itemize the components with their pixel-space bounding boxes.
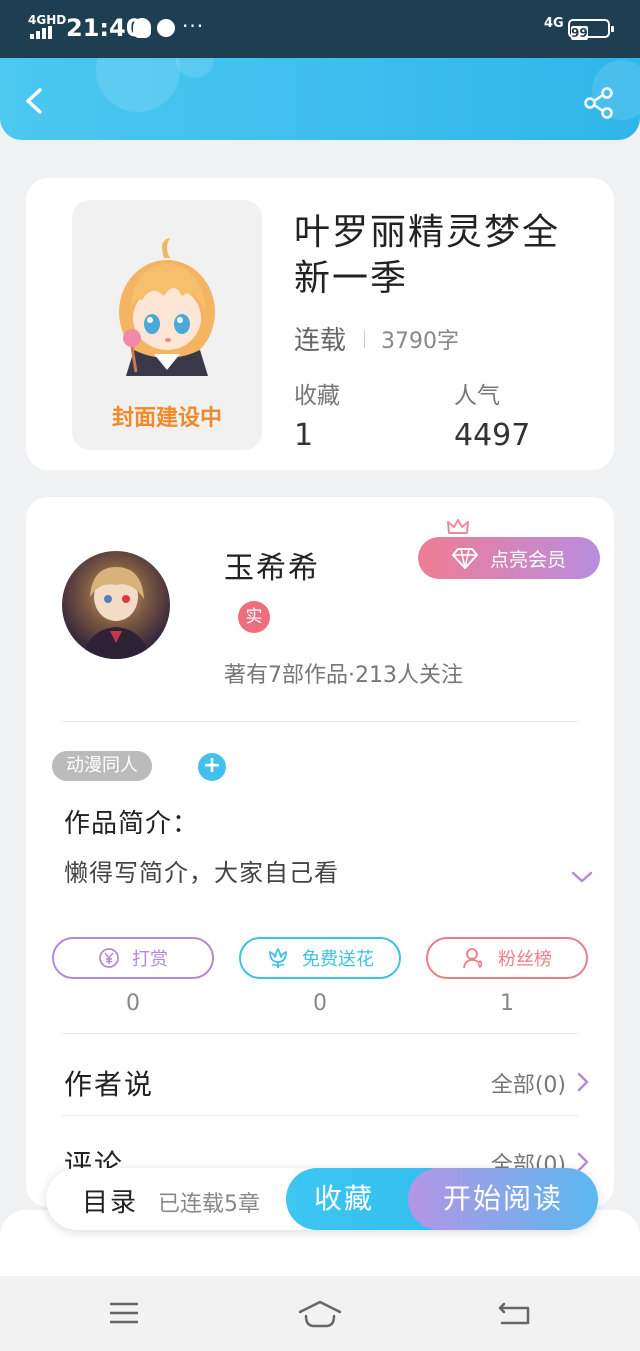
popularity-value: 4497 — [454, 418, 531, 453]
network-indicator-right: 4G — [544, 16, 564, 31]
signal-icon — [30, 26, 52, 39]
serial-status: 连载 — [294, 326, 347, 356]
avatar-illustration — [82, 567, 150, 659]
divider — [62, 1115, 578, 1116]
author-stats: 著有7部作品·213人关注 — [224, 663, 463, 688]
menu-icon[interactable] — [108, 1300, 140, 1326]
book-title: 叶罗丽精灵梦全新一季 — [294, 212, 561, 299]
fan-ranking-count: 1 — [500, 991, 514, 1016]
home-icon[interactable] — [298, 1300, 342, 1328]
yen-coin-icon — [99, 948, 119, 968]
cover-placeholder-text: 封面建设中 — [111, 406, 222, 431]
network-indicator-left: 4GHD — [28, 13, 67, 27]
intro-title: 作品简介： — [64, 809, 200, 839]
send-flower-count: 0 — [313, 991, 327, 1016]
author-says-more[interactable]: 全部(0) — [491, 1067, 566, 1099]
favorites-value: 1 — [294, 418, 314, 453]
verified-badge: 实 — [238, 601, 270, 633]
intro-text: 懒得写简介，大家自己看 — [64, 859, 339, 887]
share-icon — [584, 87, 613, 119]
author-name[interactable]: 玉希希 — [224, 543, 320, 587]
diamond-icon — [451, 548, 478, 569]
reward-button[interactable]: 打赏 — [52, 937, 214, 979]
flower-icon — [269, 948, 287, 968]
back-button[interactable] — [18, 84, 52, 118]
divider — [364, 329, 366, 348]
author-says-row[interactable]: 作者说 全部(0) — [64, 1063, 590, 1103]
author-card: 玉希希 点亮会员 实 著有7部作品·213人关注 动漫同人 + 作品简介： 懒得… — [26, 497, 614, 1207]
book-info-card: 封面建设中 叶罗丽精灵梦全新一季 连载 3790字 收藏 1 人气 4497 — [26, 178, 614, 470]
crown-icon — [447, 519, 469, 534]
fan-ranking-button[interactable]: 粉丝榜 — [426, 937, 588, 979]
word-count: 3790字 — [381, 328, 460, 354]
cover-mascot-illustration — [119, 238, 215, 376]
top-header — [0, 58, 640, 140]
bottom-action-bar: 目录 已连载5章 收藏 开始阅读 — [46, 1168, 598, 1230]
send-flower-button[interactable]: 免费送花 — [239, 937, 401, 979]
system-nav-bar — [0, 1276, 640, 1351]
fan-person-icon — [463, 948, 483, 969]
start-reading-button[interactable]: 开始阅读 — [408, 1168, 598, 1230]
planet-notification-icon — [157, 19, 175, 37]
favorites-label: 收藏 — [294, 383, 340, 409]
toc-button[interactable]: 目录 — [82, 1182, 138, 1219]
book-cover[interactable]: 封面建设中 — [72, 200, 262, 450]
back-arrow-icon — [26, 88, 42, 114]
book-status-row: 连载 3790字 — [294, 320, 459, 357]
decor-bubble — [96, 58, 180, 112]
author-says-title: 作者说 — [64, 1068, 155, 1101]
battery-icon: 99 — [568, 19, 614, 40]
share-button[interactable] — [582, 86, 616, 120]
reward-label: 打赏 — [132, 949, 168, 970]
send-flower-label: 免费送花 — [302, 949, 374, 970]
divider — [62, 721, 578, 722]
clock: 21:40 — [66, 14, 143, 42]
genre-tag[interactable]: 动漫同人 — [52, 751, 152, 781]
vip-button-label: 点亮会员 — [489, 548, 566, 571]
qq-notification-icon — [133, 18, 151, 38]
battery-level: 99 — [571, 26, 588, 40]
chapter-count: 已连载5章 — [158, 1192, 260, 1217]
decor-bubble — [176, 58, 214, 78]
author-avatar[interactable] — [62, 551, 170, 659]
fan-ranking-label: 粉丝榜 — [498, 949, 552, 970]
return-icon[interactable] — [498, 1300, 530, 1326]
vip-button[interactable]: 点亮会员 — [418, 537, 600, 579]
chevron-right-icon — [577, 1072, 589, 1092]
popularity-label: 人气 — [454, 383, 500, 409]
more-notifications-icon: ··· — [182, 14, 205, 38]
reward-count: 0 — [126, 991, 140, 1016]
divider — [62, 1033, 578, 1034]
status-bar: 4GHD 21:40 ··· 4G 99 — [0, 0, 640, 58]
add-tag-button[interactable]: + — [198, 753, 226, 781]
chevron-down-icon[interactable] — [570, 869, 594, 885]
